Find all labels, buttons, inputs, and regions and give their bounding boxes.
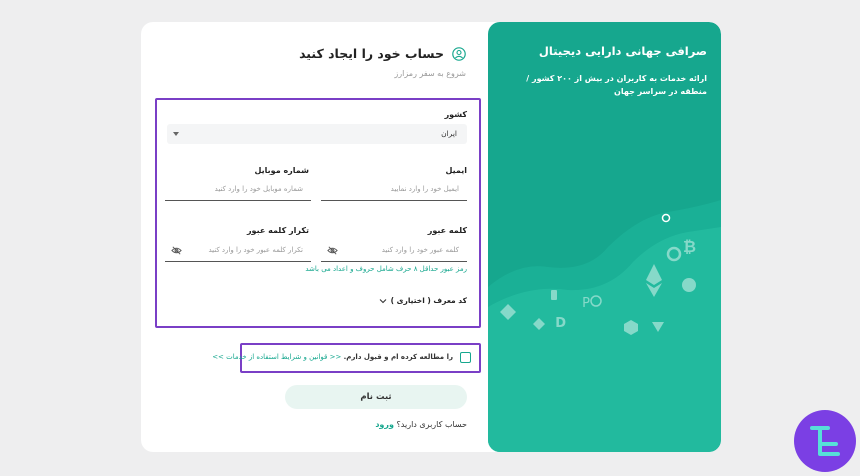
mobile-label: شماره موبایل	[254, 166, 309, 175]
terms-accept-text: را مطالعه کرده ام و قبول دارم.	[343, 353, 453, 361]
password-hint: رمز عبور حداقل ۸ حرف شامل حروف و اعداد م…	[305, 265, 467, 273]
page-title: حساب خود را ایجاد کنید	[299, 46, 444, 61]
signup-card: حساب خود را ایجاد کنید شروع به سفر رمزار…	[141, 22, 721, 452]
signup-form-panel: حساب خود را ایجاد کنید شروع به سفر رمزار…	[141, 22, 488, 452]
dropdown-caret-icon	[173, 132, 179, 136]
terms-text: را مطالعه کرده ام و قبول دارم. << قوانین…	[212, 353, 453, 361]
referral-toggle[interactable]: کد معرف ( اختیاری )	[379, 296, 467, 305]
country-value: ایران	[441, 129, 457, 138]
user-circle-icon	[452, 46, 466, 61]
password-field[interactable]: کلمه عبور خود را وارد کنید	[321, 242, 467, 262]
password-confirm-field[interactable]: تکرار کلمه عبور خود را وارد کنید	[165, 242, 311, 262]
country-label: کشور	[444, 110, 467, 119]
title-row: حساب خود را ایجاد کنید	[299, 46, 466, 61]
country-select[interactable]: ایران	[167, 124, 467, 144]
password-label: کلمه عبور	[427, 226, 467, 235]
terms-link[interactable]: << قوانین و شرایط استفاده از خدمات >>	[212, 353, 341, 361]
terms-checkbox[interactable]	[460, 352, 471, 363]
brand-logo	[794, 410, 856, 472]
email-field[interactable]: ایمیل خود را وارد نمایید	[321, 181, 467, 201]
chevron-down-icon	[379, 298, 387, 303]
email-placeholder: ایمیل خود را وارد نمایید	[390, 185, 459, 193]
promo-panel: صرافی جهانی دارایی دیجیتال ارائه خدمات ب…	[488, 22, 721, 452]
coin-icon	[682, 278, 696, 292]
password-confirm-label: تکرار کلمه عبور	[246, 226, 309, 235]
password-placeholder: کلمه عبور خود را وارد کنید	[381, 246, 459, 254]
mobile-placeholder: شماره موبایل خود را وارد کنید	[214, 185, 303, 193]
login-link[interactable]: ورود	[375, 420, 394, 429]
bar-icon	[551, 290, 557, 300]
eye-slash-icon[interactable]	[171, 245, 182, 256]
password-confirm-placeholder: تکرار کلمه عبور خود را وارد کنید	[208, 246, 303, 254]
tc-logo-icon	[810, 426, 840, 456]
crypto-wave-illustration: ₿ P D	[488, 200, 721, 452]
page-subtitle: شروع به سفر رمزارز	[394, 69, 466, 78]
polkadot-icon: P	[582, 296, 590, 311]
eye-slash-icon[interactable]	[327, 245, 338, 256]
referral-label: کد معرف ( اختیاری )	[390, 296, 467, 305]
registration-fields: کشور ایران ایمیل ایمیل خود را وارد نمایی…	[155, 98, 481, 328]
mobile-field[interactable]: شماره موبایل خود را وارد کنید	[165, 181, 311, 201]
register-button[interactable]: ثبت نام	[285, 385, 467, 409]
terms-agreement: را مطالعه کرده ام و قبول دارم. << قوانین…	[212, 343, 481, 373]
chart-point-icon	[661, 213, 671, 223]
bitcoin-icon: ₿	[683, 237, 696, 256]
have-account-text: حساب کاربری دارید؟	[396, 420, 467, 429]
login-prompt: حساب کاربری دارید؟ ورود	[375, 420, 467, 429]
email-label: ایمیل	[445, 166, 467, 175]
dogecoin-icon: D	[555, 316, 566, 331]
